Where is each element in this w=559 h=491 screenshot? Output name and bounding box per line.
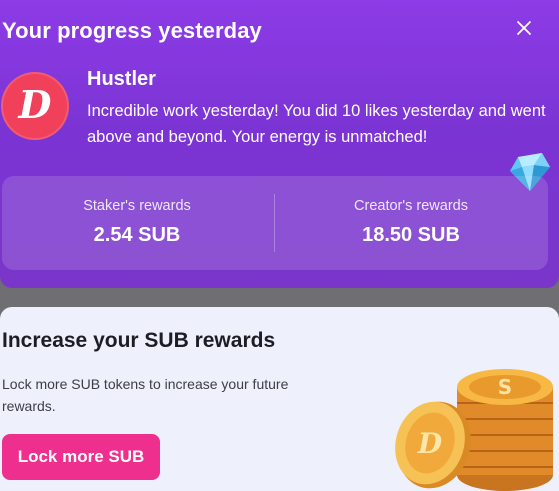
staker-rewards-value: 2.54 SUB	[93, 224, 181, 246]
progress-card: Your progress yesterday D Hustler Incred…	[0, 0, 559, 288]
card-title: Your progress yesterday	[2, 18, 262, 43]
staker-rewards: Staker's rewards 2.54 SUB	[2, 176, 272, 270]
lock-more-sub-button[interactable]: Lock more SUB	[2, 434, 160, 480]
svg-text:S: S	[498, 375, 512, 399]
promo-title: Increase your SUB rewards	[2, 329, 276, 352]
rewards-panel: Staker's rewards 2.54 SUB Creator's rewa…	[2, 176, 548, 270]
svg-text:D: D	[417, 427, 443, 460]
staker-rewards-label: Staker's rewards	[83, 198, 191, 214]
promo-card: Increase your SUB rewards Lock more SUB …	[0, 307, 559, 491]
coins-icon: S D	[395, 369, 553, 491]
user-name: Hustler	[87, 68, 156, 90]
app-logo: D	[1, 72, 69, 140]
divider	[274, 194, 275, 252]
promo-description: Lock more SUB tokens to increase your fu…	[2, 376, 289, 414]
creator-rewards-label: Creator's rewards	[354, 198, 468, 214]
creator-rewards: Creator's rewards 18.50 SUB	[276, 176, 546, 270]
close-icon	[517, 21, 531, 35]
svg-text:D: D	[18, 82, 52, 127]
progress-message: Incredible work yesterday! You did 10 li…	[87, 102, 546, 146]
creator-rewards-value: 18.50 SUB	[362, 224, 460, 246]
close-button[interactable]	[513, 17, 535, 39]
